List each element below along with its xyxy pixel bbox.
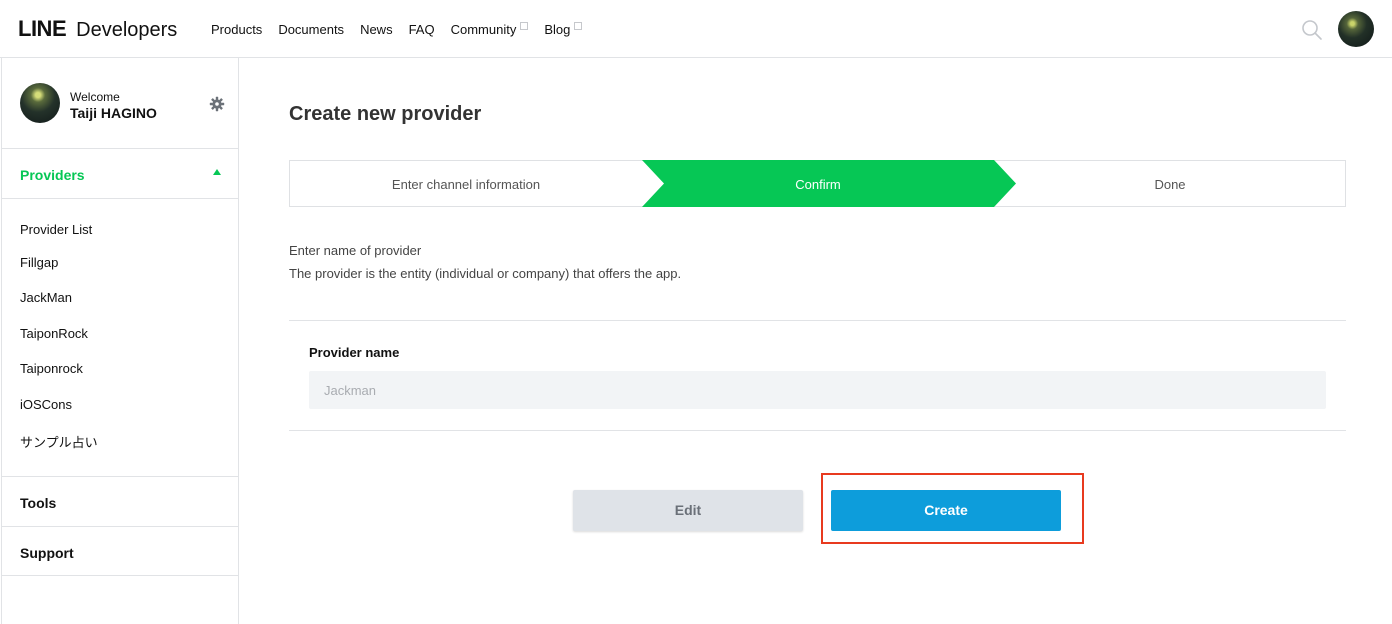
divider bbox=[289, 320, 1346, 321]
description-line-2: The provider is the entity (individual o… bbox=[289, 266, 682, 281]
nav-blog[interactable]: Blog bbox=[544, 22, 583, 37]
provider-name-label: Provider name bbox=[309, 345, 400, 360]
step-confirm: Confirm bbox=[795, 177, 841, 192]
avatar bbox=[20, 83, 60, 123]
sidebar-item-sample-uranai[interactable]: サンプル占い bbox=[20, 432, 98, 451]
profile-panel: Welcome Taiji HAGINO bbox=[2, 58, 239, 149]
sidebar-item-taiponrock[interactable]: TaiponRock bbox=[20, 326, 88, 341]
search-icon[interactable] bbox=[1301, 19, 1323, 41]
provider-name-field[interactable] bbox=[309, 371, 1326, 409]
tools-label: Tools bbox=[20, 495, 57, 511]
top-header: LINE Developers Products Documents News … bbox=[0, 0, 1392, 58]
step-done: Done bbox=[1154, 177, 1186, 192]
nav-products[interactable]: Products bbox=[211, 22, 262, 37]
external-link-icon bbox=[520, 22, 529, 30]
nav-label: Blog bbox=[544, 22, 571, 37]
welcome-text: Welcome bbox=[70, 90, 120, 104]
logo-developers-text: Developers bbox=[76, 19, 178, 41]
page-title: Create new provider bbox=[289, 103, 482, 125]
edit-button[interactable]: Edit bbox=[573, 490, 803, 531]
create-button[interactable]: Create bbox=[831, 490, 1061, 531]
nav-community[interactable]: Community bbox=[451, 22, 529, 37]
username: Taiji HAGINO bbox=[70, 105, 157, 121]
nav-label: News bbox=[360, 22, 393, 37]
external-link-icon bbox=[574, 22, 583, 30]
caret-up-icon bbox=[213, 169, 221, 175]
sidebar-item-taiponrock-2[interactable]: Taiponrock bbox=[20, 361, 83, 376]
gear-icon[interactable] bbox=[209, 96, 225, 112]
providers-label: Providers bbox=[20, 167, 85, 183]
line-developers-logo[interactable]: LINE Developers bbox=[18, 16, 177, 42]
user-avatar[interactable] bbox=[1338, 11, 1374, 47]
logo-line-text: LINE bbox=[18, 16, 67, 41]
divider bbox=[289, 430, 1346, 431]
nav-news[interactable]: News bbox=[360, 22, 393, 37]
sidebar-item-fillgap[interactable]: Fillgap bbox=[20, 255, 58, 270]
nav-documents[interactable]: Documents bbox=[278, 22, 344, 37]
support-label: Support bbox=[20, 545, 74, 561]
nav-label: Community bbox=[450, 22, 517, 37]
nav-label: Documents bbox=[278, 22, 345, 37]
progress-steps: Enter channel information Confirm Done bbox=[289, 160, 1346, 207]
description-line-1: Enter name of provider bbox=[289, 243, 422, 258]
sidebar-item-jackman[interactable]: JackMan bbox=[20, 290, 72, 305]
step-enter-channel-info: Enter channel information bbox=[391, 177, 541, 192]
nav-label: Products bbox=[211, 22, 263, 37]
nav-label: FAQ bbox=[408, 22, 435, 37]
main-nav: Products Documents News FAQ Community Bl… bbox=[211, 22, 598, 37]
nav-faq[interactable]: FAQ bbox=[409, 22, 435, 37]
sidebar-item-tools[interactable]: Tools bbox=[2, 476, 239, 526]
sidebar-item-provider-list[interactable]: Provider List bbox=[20, 222, 92, 237]
sidebar: Welcome Taiji HAGINO Providers Provider … bbox=[1, 58, 239, 624]
sidebar-item-support[interactable]: Support bbox=[2, 526, 239, 576]
providers-toggle[interactable]: Providers bbox=[2, 149, 239, 199]
sidebar-item-ioscons[interactable]: iOSCons bbox=[20, 397, 72, 412]
